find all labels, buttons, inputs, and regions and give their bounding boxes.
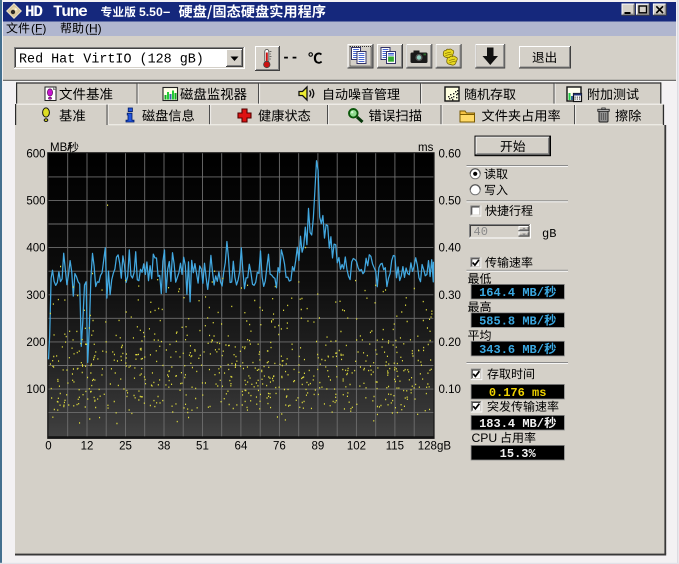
svg-text:(F): (F): [31, 22, 46, 36]
svg-text:CPU: CPU: [472, 431, 498, 445]
svg-text:343.6 MB/: 343.6 MB/: [479, 343, 544, 357]
svg-text:5.50: 5.50: [139, 5, 163, 19]
svg-text:164.4 MB/: 164.4 MB/: [479, 286, 544, 300]
svg-text:51: 51: [196, 441, 209, 453]
svg-text:102: 102: [347, 441, 366, 453]
svg-text:40: 40: [474, 225, 488, 239]
svg-text:0: 0: [45, 441, 51, 453]
svg-text:--: --: [284, 49, 301, 66]
svg-text:0.20: 0.20: [439, 337, 461, 349]
svg-text:ms: ms: [418, 142, 434, 154]
svg-text:183.4 MB/: 183.4 MB/: [479, 417, 544, 431]
svg-text:64: 64: [235, 441, 248, 453]
svg-text:400: 400: [26, 243, 45, 255]
svg-text:15.3%: 15.3%: [500, 447, 537, 461]
svg-text:76: 76: [273, 441, 286, 453]
svg-text:Red Hat VirtIO (128 gB): Red Hat VirtIO (128 gB): [19, 53, 204, 68]
svg-text:12: 12: [81, 441, 94, 453]
svg-text:0.50: 0.50: [439, 195, 461, 207]
svg-text:0.60: 0.60: [439, 148, 461, 160]
svg-text:38: 38: [158, 441, 171, 453]
svg-text:MB/: MB/: [50, 142, 71, 154]
svg-text:(H): (H): [85, 22, 102, 36]
svg-text:200: 200: [26, 337, 45, 349]
svg-text:500: 500: [26, 195, 45, 207]
svg-text:300: 300: [26, 290, 45, 302]
svg-text:600: 600: [26, 148, 45, 160]
svg-text:128gB: 128gB: [418, 441, 452, 453]
svg-text:585.8 MB/: 585.8 MB/: [479, 315, 544, 329]
svg-text:89: 89: [312, 441, 325, 453]
svg-text:Tune: Tune: [53, 3, 87, 21]
svg-text:0.30: 0.30: [439, 290, 461, 302]
svg-text:0.10: 0.10: [439, 384, 461, 396]
svg-text:0.176 ms: 0.176 ms: [489, 386, 547, 400]
svg-text:115: 115: [386, 441, 404, 453]
svg-text:gB: gB: [542, 227, 556, 241]
svg-text:–: –: [163, 4, 170, 19]
svg-text:HD: HD: [25, 3, 42, 21]
svg-text:100: 100: [26, 384, 45, 396]
svg-text:25: 25: [119, 441, 132, 453]
svg-text:0.40: 0.40: [439, 243, 461, 255]
